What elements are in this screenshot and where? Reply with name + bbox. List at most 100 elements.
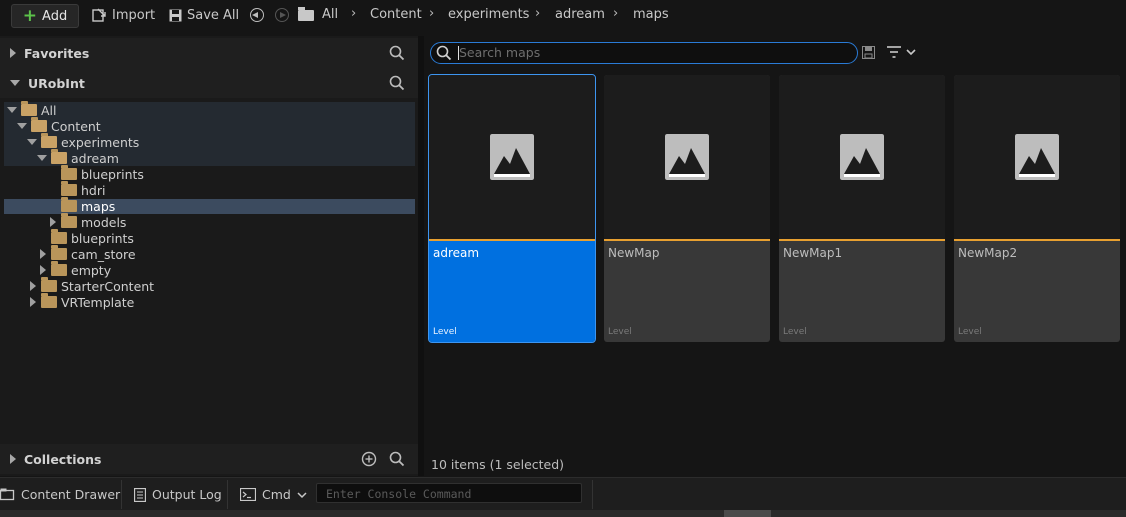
asset-thumbnail: [604, 75, 770, 239]
chevron-right-icon: [40, 265, 46, 275]
output-log-label: Output Log: [152, 487, 222, 502]
tree-item-label: empty: [71, 262, 112, 278]
cmd-dropdown[interactable]: Cmd: [240, 478, 307, 511]
output-log-button[interactable]: Output Log: [134, 478, 222, 511]
asset-thumbnail: [779, 75, 945, 239]
horizontal-scrollbar[interactable]: [0, 510, 1126, 517]
folder-icon: [51, 245, 67, 260]
chevron-right-icon[interactable]: ›: [429, 6, 434, 21]
arrow-left-icon: [252, 12, 258, 18]
tree-item-label: All: [41, 102, 57, 118]
chevron-right-icon[interactable]: ›: [535, 6, 540, 21]
chevron-right-icon[interactable]: ›: [351, 6, 356, 21]
tree-item-empty[interactable]: empty: [37, 261, 112, 278]
tree-item-hdri[interactable]: hdri: [47, 181, 105, 198]
breadcrumb-adream[interactable]: adream: [555, 7, 605, 22]
tree-item-label: StarterContent: [61, 278, 155, 294]
folder-open-icon: [41, 133, 57, 148]
divider: [592, 480, 593, 509]
asset-type: Level: [958, 327, 982, 337]
asset-type: Level: [433, 327, 457, 337]
tree-item-vrtemplate[interactable]: VRTemplate: [27, 293, 134, 310]
search-input[interactable]: Search maps: [430, 42, 858, 64]
folder-icon: [61, 213, 77, 228]
asset-tile-newmap2[interactable]: NewMap2 Level: [954, 75, 1120, 342]
level-icon: [665, 134, 709, 180]
item-count-status: 10 items (1 selected): [431, 457, 565, 472]
tree-item-adream[interactable]: adream: [37, 149, 119, 166]
filter-icon[interactable]: [886, 45, 916, 59]
project-header[interactable]: URobInt: [0, 68, 418, 98]
tree-item-experiments[interactable]: experiments: [27, 133, 140, 150]
arrow-right-icon: [280, 12, 286, 18]
chevron-right-icon: [30, 281, 36, 291]
folder-icon: [41, 277, 57, 292]
tree-item-label: maps: [81, 198, 116, 214]
search-placeholder: Search maps: [459, 45, 541, 60]
content-drawer-button[interactable]: Content Drawer: [0, 478, 120, 511]
scrollbar-thumb[interactable]: [724, 510, 771, 517]
chevron-down-icon: [27, 139, 37, 145]
level-icon: [490, 134, 534, 180]
asset-type: Level: [608, 327, 632, 337]
tree-item-label: Content: [51, 118, 101, 134]
output-log-icon: [134, 487, 146, 502]
tree-item-label: blueprints: [81, 166, 144, 182]
forward-button[interactable]: [275, 8, 289, 22]
breadcrumb-content[interactable]: Content: [370, 7, 422, 22]
search-icon[interactable]: [389, 45, 405, 61]
back-button[interactable]: [250, 8, 264, 22]
cmd-label: Cmd: [262, 487, 291, 502]
tree-item-content[interactable]: Content: [17, 117, 101, 134]
folder-icon: [61, 181, 77, 196]
chevron-right-icon[interactable]: ›: [613, 6, 618, 21]
chevron-right-icon: [30, 297, 36, 307]
chevron-down-icon: [297, 491, 307, 498]
asset-tile-newmap1[interactable]: NewMap1 Level: [779, 75, 945, 342]
tree-item-label: cam_store: [71, 246, 136, 262]
save-icon: [169, 9, 182, 21]
tree-item-models[interactable]: models: [47, 213, 127, 230]
breadcrumb-experiments[interactable]: experiments: [448, 7, 529, 22]
content-drawer-label: Content Drawer: [21, 487, 121, 502]
folder-icon: [51, 261, 67, 276]
breadcrumb-all[interactable]: All: [322, 7, 338, 22]
chevron-right-icon: [40, 249, 46, 259]
console-input[interactable]: Enter Console Command: [316, 483, 582, 503]
favorites-header[interactable]: Favorites: [0, 38, 418, 68]
collections-header[interactable]: Collections: [0, 444, 418, 474]
import-button[interactable]: Import: [92, 4, 155, 26]
favorites-title: Favorites: [24, 45, 90, 61]
asset-type: Level: [783, 327, 807, 337]
asset-tile-adream[interactable]: adream Level: [428, 74, 596, 343]
tree-item-label: models: [81, 214, 127, 230]
tree-item-all[interactable]: All: [7, 101, 57, 118]
breadcrumb-maps[interactable]: maps: [633, 7, 669, 22]
tree-item-cam-store[interactable]: cam_store: [37, 245, 136, 262]
search-icon[interactable]: [389, 75, 405, 91]
chevron-down-icon: [37, 155, 47, 161]
tree-item-startercontent[interactable]: StarterContent: [27, 277, 155, 294]
asset-tile-newmap[interactable]: NewMap Level: [604, 75, 770, 342]
save-search-icon[interactable]: [862, 46, 875, 59]
save-all-label: Save All: [187, 7, 240, 23]
add-button[interactable]: + Add: [11, 4, 79, 28]
tree-item-label: experiments: [61, 134, 140, 150]
asset-thumbnail: [954, 75, 1120, 239]
asset-name: NewMap1: [783, 246, 843, 260]
tree-item-blueprints[interactable]: blueprints: [47, 165, 144, 182]
add-collection-icon[interactable]: [361, 451, 377, 467]
save-all-button[interactable]: Save All: [169, 4, 239, 26]
tree-item-blueprints[interactable]: blueprints: [37, 229, 134, 246]
asset-type-bar: [779, 239, 945, 241]
divider: [227, 480, 228, 509]
search-icon[interactable]: [389, 451, 405, 467]
add-label: Add: [42, 8, 68, 24]
chevron-right-icon: [10, 48, 16, 58]
asset-name: NewMap: [608, 246, 660, 260]
collections-title: Collections: [24, 451, 102, 467]
chevron-down-icon: [10, 80, 20, 86]
console-placeholder: Enter Console Command: [326, 487, 472, 501]
tree-item-maps[interactable]: maps: [47, 197, 116, 214]
terminal-icon: [240, 488, 256, 501]
